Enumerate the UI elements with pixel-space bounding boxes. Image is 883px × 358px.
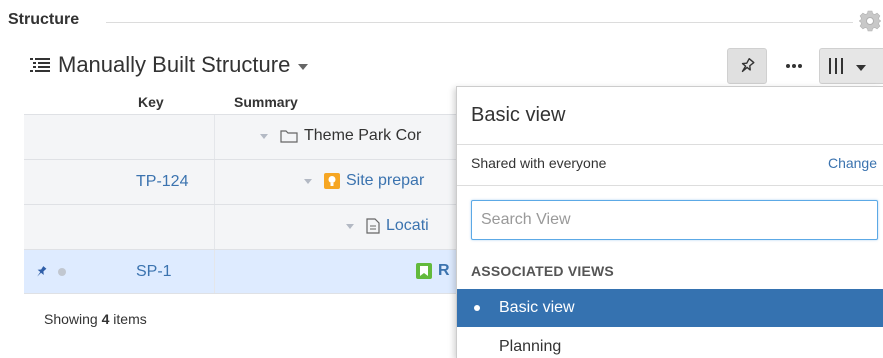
search-view-input[interactable] [471,200,878,240]
table-row[interactable]: Locati [24,204,456,249]
status-dot [58,268,66,276]
summary-link[interactable]: Locati [386,217,429,235]
panel-title: Structure [8,11,80,28]
gear-icon[interactable] [859,10,881,32]
summary-cell: Theme Park Cor [260,127,421,145]
summary-text: Theme Park Cor [304,127,422,144]
structure-name: Manually Built Structure [58,52,291,77]
divider [457,185,883,186]
view-dropdown: Basic view Shared with everyone Change A… [456,86,883,358]
table-row[interactable]: SP-1 R [24,249,456,294]
chevron-down-icon [856,64,866,71]
issue-key[interactable]: TP-124 [136,173,188,191]
column-divider [214,160,215,204]
view-item-planning[interactable]: Planning [457,328,883,358]
item-count-prefix: Showing [44,311,102,327]
view-title: Basic view [471,104,566,126]
expand-triangle-icon[interactable] [346,223,354,229]
table-row[interactable]: TP-124 Site prepar [24,159,456,204]
summary-link[interactable]: R [438,262,450,280]
grid-header: Key Summary [24,92,456,114]
pin-button[interactable] [727,48,767,84]
change-sharing-link[interactable]: Change [828,155,877,171]
panel-header: Structure [0,0,883,40]
issue-key[interactable]: SP-1 [136,263,172,281]
divider [457,144,883,145]
story-icon [416,263,432,279]
column-header-summary[interactable]: Summary [234,94,298,110]
view-columns-button[interactable] [819,48,883,84]
structure-grid: Key Summary Theme Park Cor TP-124 Site p… [24,92,456,327]
pin-icon [741,58,755,73]
summary-cell: Site prepar [304,172,424,190]
idea-icon [324,173,340,189]
folder-icon [280,130,298,143]
summary-cell: R [416,262,450,280]
associated-views-heading: ASSOCIATED VIEWS [471,263,614,279]
columns-icon [829,58,843,74]
more-actions-button[interactable] [775,48,813,84]
structure-list-icon [30,58,50,72]
header-divider [106,22,853,23]
view-item-basic[interactable]: Basic view [457,289,883,327]
pinned-icon[interactable] [34,265,48,279]
column-divider [214,115,215,159]
chevron-down-icon [298,63,309,70]
sharing-status: Shared with everyone [471,155,607,171]
view-item-label: Basic view [499,299,575,316]
column-header-key[interactable]: Key [138,94,164,110]
column-divider [214,205,215,249]
item-count-suffix: items [109,311,147,327]
active-bullet-icon [474,305,480,311]
table-row[interactable]: Theme Park Cor [24,114,456,159]
column-divider [214,250,215,293]
view-item-label: Planning [499,338,562,355]
toolbar [727,47,883,85]
document-icon [366,218,380,234]
item-count: Showing 4 items [44,311,147,327]
structure-selector[interactable]: Manually Built Structure [30,50,309,80]
more-icon [786,64,802,68]
summary-cell: Locati [346,217,429,235]
expand-triangle-icon[interactable] [304,178,312,184]
summary-link[interactable]: Site prepar [346,172,424,190]
expand-triangle-icon[interactable] [260,133,268,139]
